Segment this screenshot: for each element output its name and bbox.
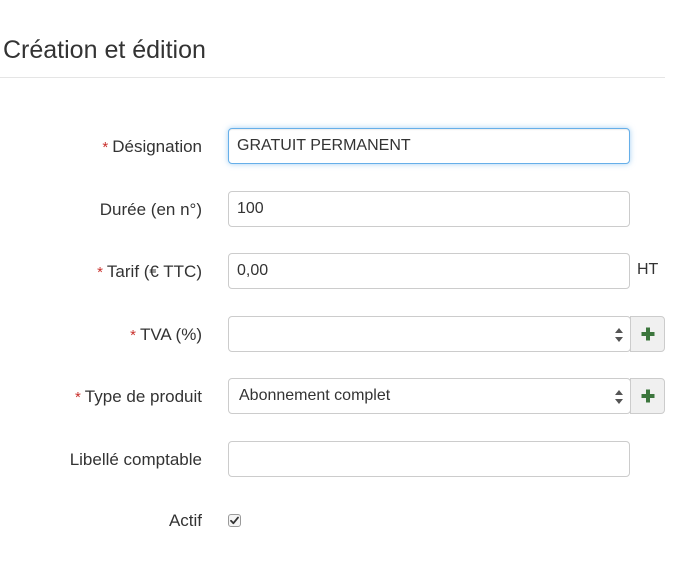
type-produit-select[interactable]: Abonnement complet — [228, 378, 631, 414]
designation-label-text: Désignation — [112, 137, 202, 156]
tarif-row: *Tarif (€ TTC) HT — [0, 253, 687, 291]
actif-label-text: Actif — [168, 511, 202, 530]
tva-select[interactable] — [228, 316, 631, 352]
type-produit-label-text: Type de produit — [84, 387, 202, 406]
type-produit-add-button[interactable] — [630, 378, 665, 414]
plus-icon — [641, 327, 654, 341]
required-marker: * — [102, 139, 109, 156]
tarif-label: * Tarif (€ TTC) — [97, 253, 202, 291]
type-produit-selected-value: Abonnement complet — [239, 387, 391, 404]
type-produit-label: * Type de produit — [75, 378, 202, 416]
plus-icon — [641, 389, 654, 403]
required-marker: * — [97, 264, 103, 281]
designation-row: * Désignation — [0, 128, 687, 166]
updown-arrows-icon — [615, 328, 623, 342]
section-title: Création et édition — [3, 36, 206, 64]
libelle-row: Libellé comptable — [0, 441, 687, 479]
tva-label-text: TVA (%) — [139, 325, 202, 344]
tva-label: * TVA (%) — [130, 316, 202, 354]
libelle-label: Libellé comptable — [70, 441, 202, 479]
duree-label: Durée (en n°) — [100, 191, 202, 229]
tva-row: * TVA (%) — [0, 316, 687, 354]
tva-add-button[interactable] — [630, 316, 665, 352]
type-produit-row: * Type de produit Abonnement complet — [0, 378, 687, 416]
tarif-input[interactable] — [228, 253, 630, 289]
required-marker: * — [74, 389, 81, 406]
designation-input[interactable] — [228, 128, 630, 164]
checkmark-icon — [230, 516, 239, 525]
duree-label-text: Durée (en n°) — [99, 200, 202, 219]
updown-arrows-icon — [615, 390, 623, 404]
duree-input[interactable] — [228, 191, 630, 227]
section-divider — [0, 77, 665, 78]
actif-row: Actif — [0, 502, 687, 540]
tarif-label-text: Tarif (€ TTC) — [106, 262, 202, 281]
libelle-input[interactable] — [228, 441, 630, 477]
libelle-label-text: Libellé comptable — [69, 450, 202, 469]
actif-label: Actif — [169, 502, 202, 540]
tarif-suffix: HT — [637, 261, 659, 278]
actif-checkbox[interactable] — [228, 514, 241, 527]
duree-row: Durée (en n°) — [0, 191, 687, 229]
required-marker: * — [130, 327, 136, 344]
designation-label: * Désignation — [102, 128, 202, 166]
